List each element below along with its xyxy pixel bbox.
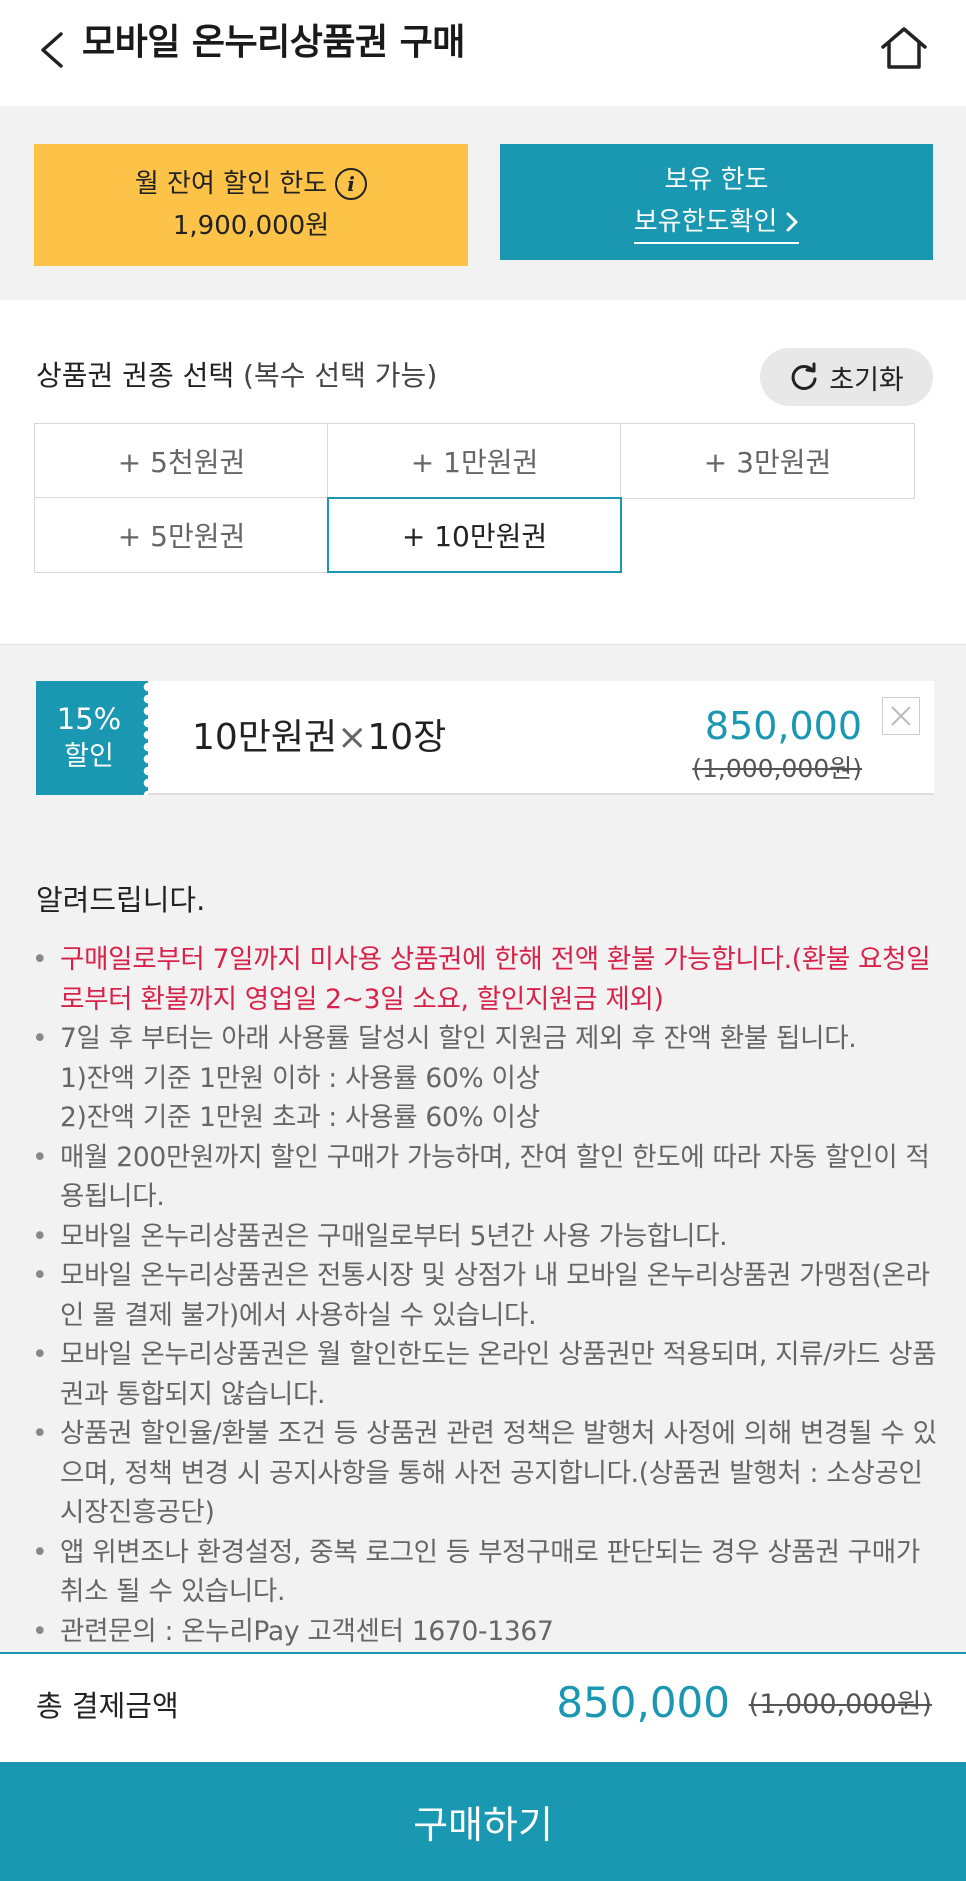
perforation: [136, 681, 148, 795]
header: 모바일 온누리상품권 구매: [0, 0, 966, 106]
total-bar: 총 결제금액 850,000 (1,000,000원): [0, 1652, 966, 1762]
total-price: 850,000: [556, 1678, 730, 1727]
notice-item: 앱 위변조나 환경설정, 중복 로그인 등 부정구매로 판단되는 경우 상품권 …: [30, 1533, 940, 1612]
item-original-price: (1,000,000원): [692, 754, 862, 783]
item-name: 10만원권×10장: [192, 714, 446, 762]
monthly-limit-value: 1,900,000원: [172, 211, 330, 241]
notice-item: 모바일 온누리상품권은 월 할인한도는 온라인 상품권만 적용되며, 지류/카드…: [30, 1335, 940, 1414]
discount-percent: 15%: [56, 702, 122, 736]
close-icon: [891, 706, 911, 726]
notice-item: 상품권 할인율/환불 조건 등 상품권 관련 정책은 발행처 사정에 의해 변경…: [30, 1414, 940, 1533]
denomination-10k[interactable]: + 1만원권: [327, 423, 622, 499]
notice-item: 모바일 온누리상품권은 전통시장 및 상점가 내 모바일 온누리상품권 가맹점(…: [30, 1256, 940, 1335]
purchase-page: 모바일 온누리상품권 구매 월 잔여 할인 한도 i 1,900,000원 보유…: [0, 0, 966, 1881]
item-price: 850,000: [704, 704, 862, 748]
back-button[interactable]: [22, 20, 82, 80]
item-times: ×: [337, 717, 368, 758]
item-denomination: 10만원권: [192, 717, 338, 758]
denomination-30k[interactable]: + 3만원권: [620, 423, 915, 499]
info-icon[interactable]: i: [335, 168, 368, 200]
reset-button[interactable]: 초기화: [760, 348, 933, 406]
notice-title: 알려드립니다.: [36, 883, 206, 917]
discount-tag: 15% 할인: [36, 681, 142, 795]
remove-item-button[interactable]: [882, 697, 920, 735]
reset-label: 초기화: [829, 364, 904, 396]
item-quantity: 10장: [367, 717, 447, 758]
home-button[interactable]: [872, 18, 936, 78]
notice-item: 매월 200만원까지 할인 구매가 가능하며, 잔여 할인 한도에 따라 자동 …: [30, 1138, 940, 1217]
discount-label: 할인: [64, 741, 114, 772]
notice-item-text: 7일 후 부터는 아래 사용률 달성시 할인 지원금 제외 후 잔액 환불 됩니…: [60, 1023, 857, 1054]
total-original-price: (1,000,000원): [748, 1689, 932, 1720]
notice-item: 모바일 온누리상품권은 구매일로부터 5년간 사용 가능합니다.: [30, 1217, 940, 1257]
holding-limit-link[interactable]: 보유한도확인: [633, 203, 800, 244]
buy-button[interactable]: 구매하기: [0, 1762, 966, 1881]
denomination-title-text: 상품권 권종 선택: [36, 359, 235, 392]
denomination-50k[interactable]: + 5만원권: [34, 497, 329, 573]
total-label: 총 결제금액: [36, 1689, 179, 1723]
chevron-left-icon: [41, 32, 63, 68]
notice-item: 관련문의 : 온누리Pay 고객센터 1670-1367: [30, 1612, 940, 1652]
notice-section[interactable]: 알려드립니다. 구매일로부터 7일까지 미사용 상품권에 한해 전액 환불 가능…: [0, 824, 966, 1652]
selected-items-section: 15% 할인 10만원권×10장 850,000 (1,000,000원): [0, 644, 966, 824]
home-icon: [881, 27, 927, 69]
notice-item: 7일 후 부터는 아래 사용률 달성시 할인 지원금 제외 후 잔액 환불 됩니…: [30, 1019, 940, 1138]
holding-limit-label: 보유 한도: [664, 164, 769, 195]
chevron-right-icon: [786, 212, 798, 231]
denomination-title: 상품권 권종 선택 (복수 선택 가능): [36, 356, 437, 396]
holding-limit-card[interactable]: 보유 한도 보유한도확인: [500, 144, 933, 260]
monthly-limit-label: 월 잔여 할인 한도: [134, 169, 328, 199]
notice-list: 구매일로부터 7일까지 미사용 상품권에 한해 전액 환불 가능합니다.(환불 …: [30, 940, 940, 1651]
notice-subitem: 2)잔액 기준 1만원 초과 : 사용률 60% 이상: [60, 1102, 540, 1133]
monthly-limit-card: 월 잔여 할인 한도 i 1,900,000원: [34, 144, 468, 266]
denomination-5k[interactable]: + 5천원권: [34, 423, 329, 499]
holding-limit-link-text: 보유한도확인: [633, 206, 778, 237]
limits-section: 월 잔여 할인 한도 i 1,900,000원 보유 한도 보유한도확인: [0, 106, 966, 300]
denomination-100k[interactable]: + 10만원권: [327, 497, 622, 573]
denomination-subtitle: (복수 선택 가능): [243, 359, 438, 392]
denomination-section: 상품권 권종 선택 (복수 선택 가능) 초기화 + 5천원권 + 1만원권 +…: [0, 300, 966, 644]
selected-item-card: 15% 할인 10만원권×10장 850,000 (1,000,000원): [36, 681, 934, 795]
page-title: 모바일 온누리상품권 구매: [82, 22, 465, 63]
notice-subitem: 1)잔액 기준 1만원 이하 : 사용률 60% 이상: [60, 1062, 540, 1094]
refresh-icon: [791, 362, 817, 390]
notice-item: 구매일로부터 7일까지 미사용 상품권에 한해 전액 환불 가능합니다.(환불 …: [30, 940, 940, 1019]
